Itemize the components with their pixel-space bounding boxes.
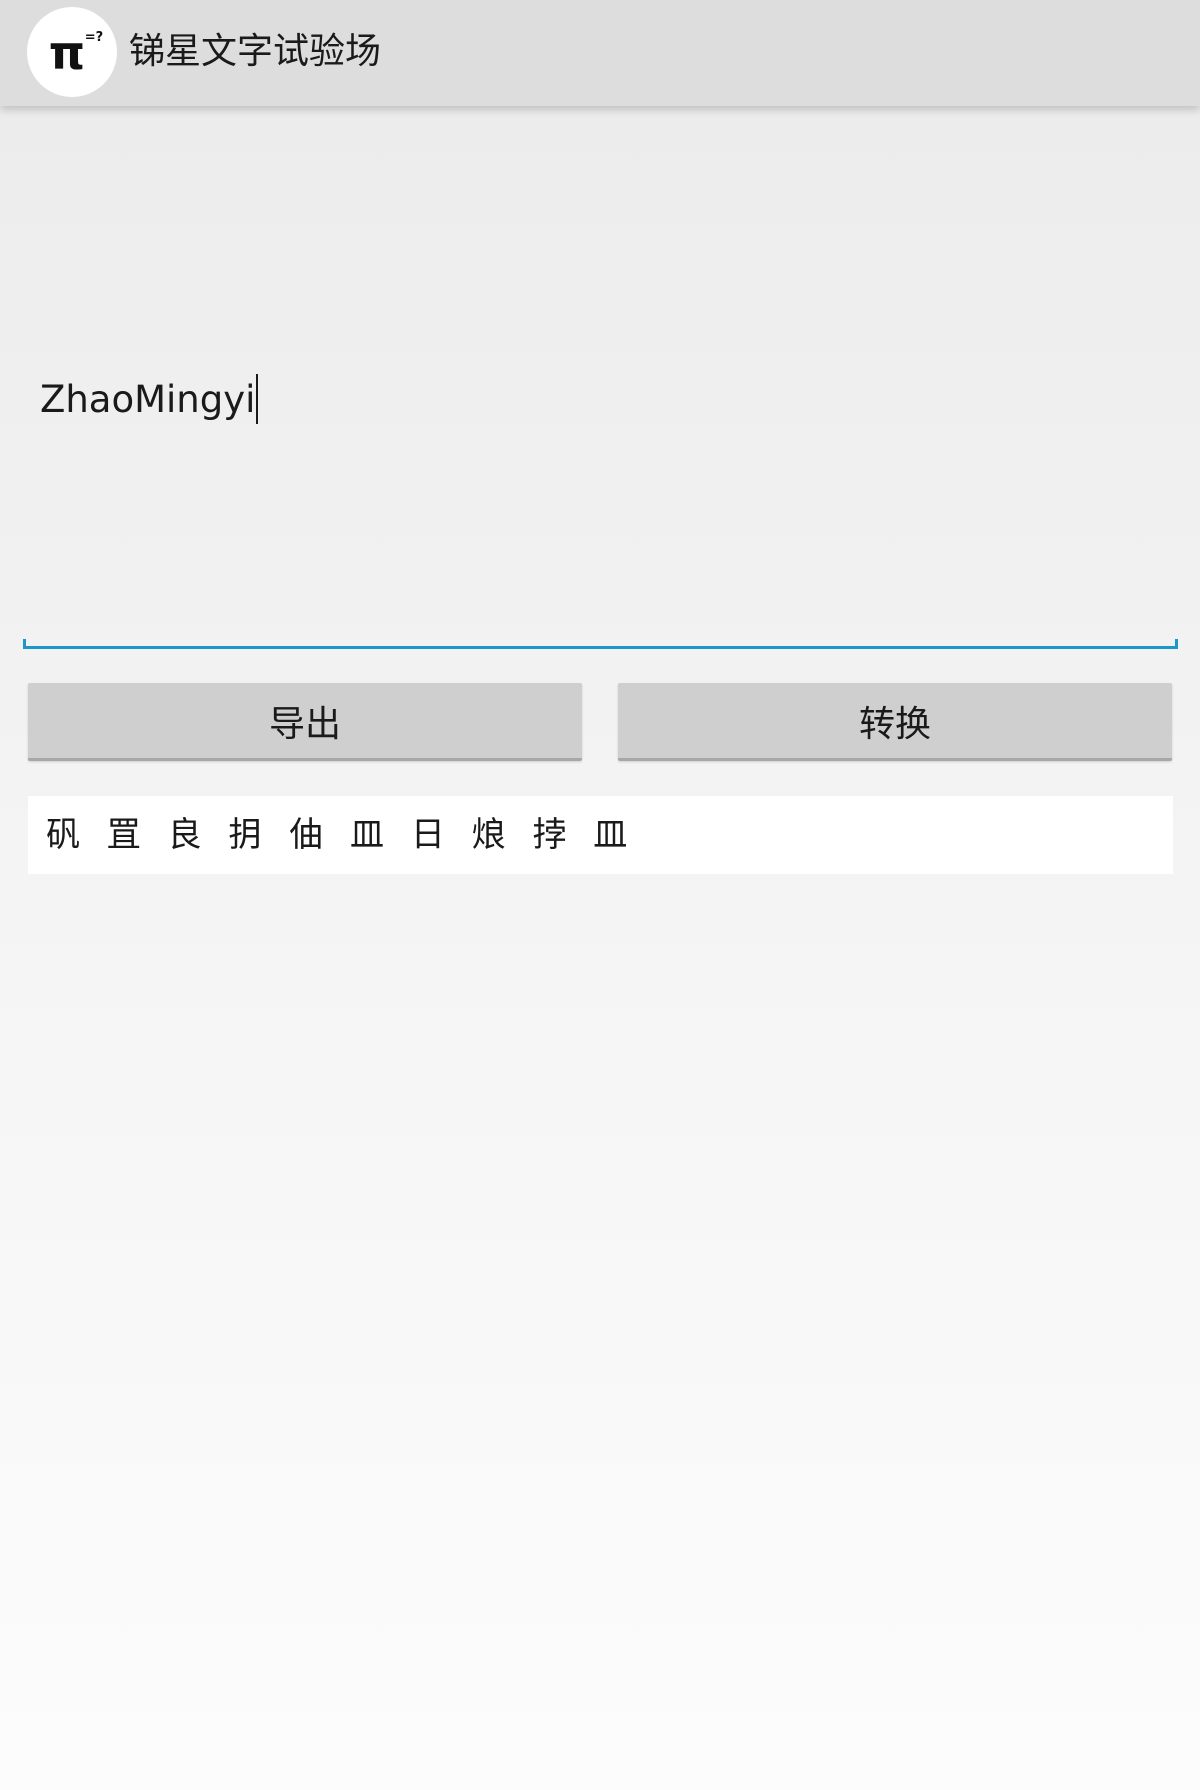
text-input-underline: [23, 639, 1178, 649]
app-logo-icon: π =?: [27, 7, 117, 97]
export-button[interactable]: 导出: [28, 683, 582, 761]
text-input-field[interactable]: ZhaoMingyi: [23, 120, 1178, 650]
action-bar: π =? 锑星文字试验场: [0, 0, 1200, 106]
pi-superscript: =?: [85, 30, 103, 45]
result-text: 矾 罝 良 抈 伷 皿 日 烺 挬 皿: [46, 815, 636, 855]
pi-glyph: π: [49, 26, 85, 80]
pi-icon: π =?: [49, 26, 103, 80]
result-output-box: 矾 罝 良 抈 伷 皿 日 烺 挬 皿: [28, 796, 1173, 874]
convert-button[interactable]: 转换: [618, 683, 1172, 761]
text-input-value: ZhaoMingyi: [40, 378, 256, 421]
text-cursor: [256, 374, 259, 424]
text-input-value-wrapper: ZhaoMingyi: [40, 374, 259, 426]
app-title: 锑星文字试验场: [129, 31, 382, 72]
